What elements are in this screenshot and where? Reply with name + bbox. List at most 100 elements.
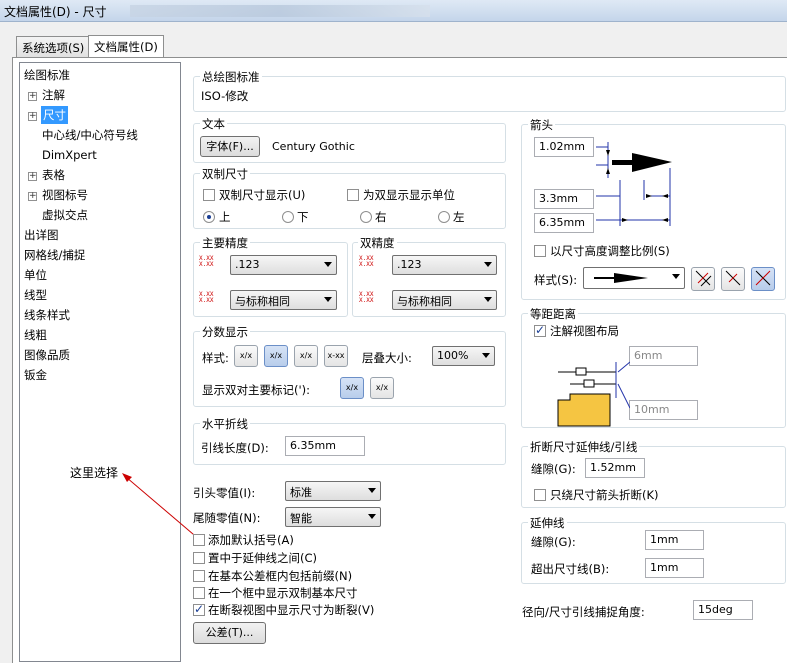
arrow-outside-icon[interactable] xyxy=(721,267,745,291)
dual-tolerance-select[interactable]: 与标称相同 xyxy=(392,290,497,310)
fraction-style-hyphen-icon[interactable]: x-xx xyxy=(324,345,348,367)
extension-gap-input[interactable]: 1mm xyxy=(645,530,704,550)
include-prefix-checkbox[interactable] xyxy=(193,570,205,582)
radio-right-label: 右 xyxy=(375,210,387,224)
expand-icon[interactable]: + xyxy=(28,172,37,181)
font-button[interactable]: 字体(F)... xyxy=(200,136,260,157)
break-gap-input[interactable]: 1.52mm xyxy=(585,458,645,478)
text-group-title: 文本 xyxy=(200,116,227,132)
dual-display-label: 双制尺寸显示(U) xyxy=(219,188,306,202)
tree-item-annotations[interactable]: 注解 xyxy=(42,86,65,104)
center-between-label: 置中于延伸线之间(C) xyxy=(208,551,318,565)
overall-standard-group xyxy=(193,76,786,112)
tree-item-sheet-metal[interactable]: 钣金 xyxy=(24,366,47,384)
tab-document-properties[interactable]: 文档属性(D) xyxy=(88,35,164,59)
annotation-layout-checkbox[interactable] xyxy=(534,323,546,337)
tab-system-options[interactable]: 系统选项(S) xyxy=(16,36,91,58)
dual-basic-label: 在一个框中显示双制基本尺寸 xyxy=(208,586,358,600)
radio-left[interactable] xyxy=(438,211,450,223)
tree-item-line-thickness[interactable]: 线粗 xyxy=(24,326,47,344)
radio-bottom[interactable] xyxy=(282,211,294,223)
expand-icon[interactable]: + xyxy=(28,92,37,101)
window-title: 文档属性(D) - 尺寸 xyxy=(4,5,107,19)
radio-top[interactable] xyxy=(203,211,215,223)
leader-length-input[interactable]: 6.35mm xyxy=(285,436,365,456)
arrow-inside-icon[interactable] xyxy=(691,267,715,291)
tree-item-dimxpert[interactable]: DimXpert xyxy=(42,146,97,164)
arrow-width-input[interactable]: 3.3mm xyxy=(534,189,594,209)
radio-top-label: 上 xyxy=(219,210,231,224)
arrow-diagram xyxy=(596,142,672,226)
arrow-smart-icon[interactable] xyxy=(751,267,775,291)
only-arrow-break-checkbox[interactable] xyxy=(534,489,546,501)
tree-item-line-style[interactable]: 线条样式 xyxy=(24,306,70,324)
primary-precision-select[interactable]: .123 xyxy=(230,255,337,275)
dual-precision-select[interactable]: .123 xyxy=(392,255,497,275)
radio-right[interactable] xyxy=(360,211,372,223)
tree-item-units[interactable]: 单位 xyxy=(24,266,47,284)
primary-tolerance-select[interactable]: 与标称相同 xyxy=(230,290,337,310)
expand-icon[interactable]: + xyxy=(28,112,37,121)
stack-size-select[interactable]: 100% xyxy=(432,346,495,366)
arrows-title: 箭头 xyxy=(528,117,555,133)
show-dual-mark-label: 显示双对主要标记('): xyxy=(202,383,311,397)
tree-item-drafting-standard[interactable]: 绘图标准 xyxy=(24,66,70,84)
expand-icon[interactable]: + xyxy=(28,192,37,201)
tree-item-image-quality[interactable]: 图像品质 xyxy=(24,346,70,364)
precision-primary-icon: X.XX X.XX xyxy=(199,255,214,268)
radial-snap-label: 径向/尺寸引线捕捉角度: xyxy=(522,605,645,619)
leading-zeros-select[interactable]: 标准 xyxy=(285,481,381,501)
scale-with-height-label: 以尺寸高度调整比例(S) xyxy=(550,244,670,258)
tolerance-button[interactable]: 公差(T)... xyxy=(193,622,266,644)
broken-view-label: 在断裂视图中显示尺寸为断裂(V) xyxy=(208,603,375,617)
overall-standard-title: 总绘图标准 xyxy=(200,69,262,85)
primary-precision-title: 主要精度 xyxy=(200,235,250,251)
fraction-style-label: 样式: xyxy=(202,351,229,365)
leading-zeros-value: 标准 xyxy=(290,486,312,499)
scale-with-height-checkbox[interactable] xyxy=(534,245,546,257)
arrow-style-label: 样式(S): xyxy=(534,273,578,287)
arrow-height-input[interactable]: 1.02mm xyxy=(534,137,594,157)
center-between-checkbox[interactable] xyxy=(193,552,205,564)
dual-dimensions-title: 双制尺寸 xyxy=(200,166,250,182)
fraction-style-none-icon[interactable]: x/x xyxy=(234,345,258,367)
annotation-text: 这里选择 xyxy=(70,466,119,480)
beyond-dim-line-label: 超出尺寸线(B): xyxy=(531,562,610,576)
offset-distance-2-input[interactable]: 10mm xyxy=(629,400,698,420)
break-title: 折断尺寸延伸线/引线 xyxy=(528,439,640,455)
annotation-layout-label: 注解视图布局 xyxy=(550,324,619,338)
arrow-style-select[interactable] xyxy=(583,267,685,289)
extension-lines-title: 延伸线 xyxy=(528,515,567,531)
add-parentheses-checkbox[interactable] xyxy=(193,534,205,546)
fraction-style-stacked-icon[interactable]: x/x xyxy=(264,345,288,367)
tree-item-line-font[interactable]: 线型 xyxy=(24,286,47,304)
arrow-length-input[interactable]: 6.35mm xyxy=(534,213,594,233)
dual-basic-checkbox[interactable] xyxy=(193,587,205,599)
radio-bottom-label: 下 xyxy=(297,210,309,224)
fraction-style-diagonal-icon[interactable]: x/x xyxy=(294,345,318,367)
tree-item-detailing[interactable]: 出详图 xyxy=(24,226,59,244)
offset-distance-1-input[interactable]: 6mm xyxy=(629,346,698,366)
tree-item-tables[interactable]: 表格 xyxy=(42,166,65,184)
dual-mark-stacked-icon[interactable]: x/x xyxy=(340,377,364,399)
trailing-zeros-value: 智能 xyxy=(290,512,312,525)
break-gap-label: 缝隙(G): xyxy=(531,462,576,476)
trailing-zeros-select[interactable]: 智能 xyxy=(285,507,381,527)
tree-item-grid-snap[interactable]: 网格线/捕捉 xyxy=(24,246,85,264)
tree-item-virtual-sharps[interactable]: 虚拟交点 xyxy=(42,206,88,224)
settings-tree[interactable]: 绘图标准 + 注解 + 尺寸 中心线/中心符号线 DimXpert + 表格 +… xyxy=(19,62,181,662)
offset-distances-title: 等距距离 xyxy=(528,306,578,322)
beyond-dim-line-input[interactable]: 1mm xyxy=(645,558,704,578)
tree-item-view-labels[interactable]: 视图标号 xyxy=(42,186,88,204)
tree-item-centerlines[interactable]: 中心线/中心符号线 xyxy=(42,126,138,144)
dual-display-checkbox[interactable] xyxy=(203,189,215,201)
broken-view-checkbox[interactable] xyxy=(193,602,205,616)
dual-mark-none-icon[interactable]: x/x xyxy=(370,377,394,399)
primary-precision-value: .123 xyxy=(235,258,260,271)
radial-snap-input[interactable]: 15deg xyxy=(693,600,753,620)
dual-units-checkbox[interactable] xyxy=(347,189,359,201)
precision-tolerance-icon: X.XX X.XX xyxy=(199,291,214,304)
dual-precision-title: 双精度 xyxy=(358,235,397,251)
tree-item-dimensions[interactable]: 尺寸 xyxy=(41,106,68,124)
dual-tolerance-value: 与标称相同 xyxy=(397,295,452,308)
